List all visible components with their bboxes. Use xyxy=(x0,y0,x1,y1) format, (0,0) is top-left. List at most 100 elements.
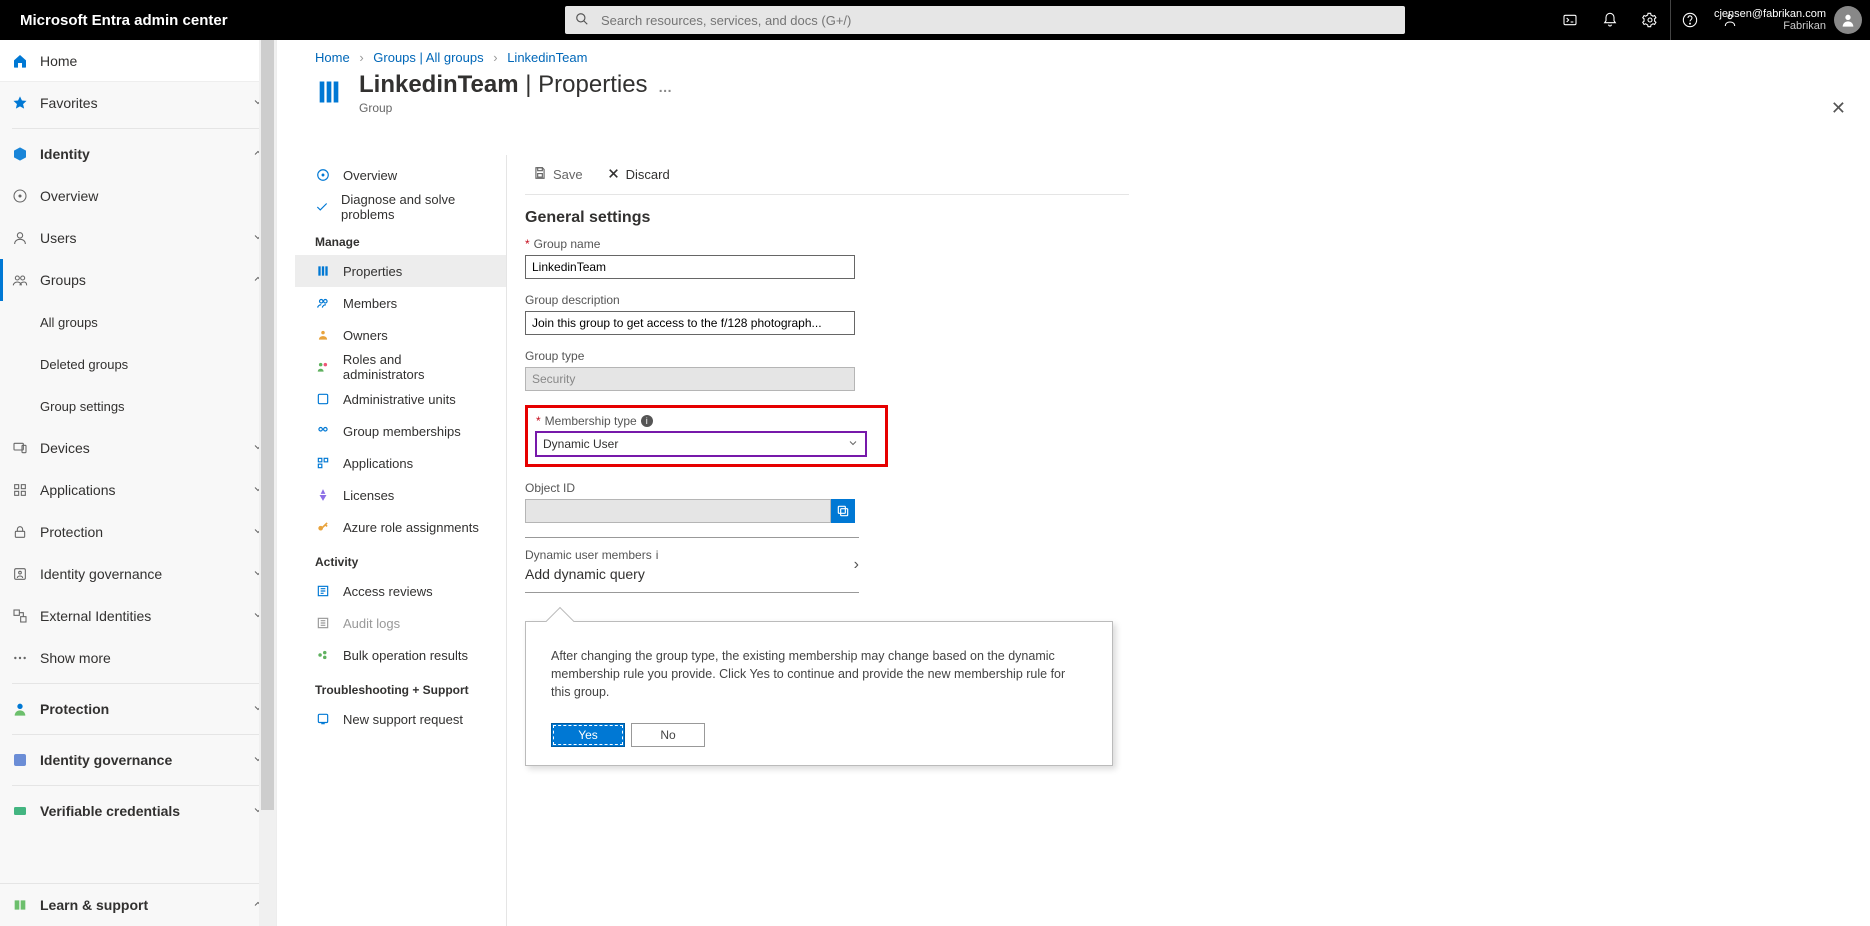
more-icon xyxy=(12,650,40,666)
breadcrumb: Home › Groups | All groups › LinkedinTea… xyxy=(295,40,1870,71)
nav-favorites[interactable]: Favorites xyxy=(0,82,276,124)
blade-nav: Overview Diagnose and solve problems Man… xyxy=(295,155,507,926)
blade-azure-roles[interactable]: Azure role assignments xyxy=(295,511,506,543)
info-icon[interactable]: i xyxy=(656,548,659,562)
nav-overview[interactable]: Overview xyxy=(0,175,276,217)
nav-groups[interactable]: Groups xyxy=(0,259,276,301)
breadcrumb-sep: › xyxy=(359,50,363,65)
nav-protection-section[interactable]: Protection xyxy=(0,688,276,730)
nav-home-label: Home xyxy=(40,53,264,69)
page-heading: LinkedinTeam | Properties … Group xyxy=(295,71,1870,121)
discard-button[interactable]: Discard xyxy=(607,167,670,183)
object-id-input[interactable] xyxy=(525,499,831,523)
blade-activity-header: Activity xyxy=(295,543,506,575)
blade-applications[interactable]: Applications xyxy=(295,447,506,479)
blade-audit-logs[interactable]: Audit logs xyxy=(295,607,506,639)
nav-identity-label: Identity xyxy=(40,146,252,162)
members-icon xyxy=(315,296,331,310)
learn-icon xyxy=(12,897,40,913)
membership-type-highlight: *Membership typei Dynamic User xyxy=(525,405,888,467)
global-search[interactable] xyxy=(565,6,1405,34)
group-name-input[interactable] xyxy=(525,255,855,279)
blade-access-reviews[interactable]: Access reviews xyxy=(295,575,506,607)
search-icon xyxy=(575,12,589,29)
bulk-icon xyxy=(315,648,331,662)
blade-overview[interactable]: Overview xyxy=(295,159,506,191)
governance-icon xyxy=(12,566,40,582)
user-tenant: Fabrikan xyxy=(1714,20,1826,32)
search-input[interactable] xyxy=(599,12,1405,29)
blade-diagnose[interactable]: Diagnose and solve problems xyxy=(295,191,506,223)
nav-identity[interactable]: Identity xyxy=(0,133,276,175)
copy-object-id-button[interactable] xyxy=(831,499,855,523)
nav-protection[interactable]: Protection xyxy=(0,511,276,553)
licenses-icon xyxy=(315,488,331,502)
brand-title: Microsoft Entra admin center xyxy=(20,12,228,29)
star-icon xyxy=(12,95,40,111)
nav-separator xyxy=(12,734,264,735)
cloud-shell-icon[interactable] xyxy=(1550,0,1590,40)
nav-users[interactable]: Users xyxy=(0,217,276,259)
callout-no-button[interactable]: No xyxy=(631,723,705,747)
support-icon xyxy=(315,712,331,726)
dynamic-query-action: Add dynamic query xyxy=(525,566,658,582)
nav-home[interactable]: Home xyxy=(0,40,276,82)
nav-deleted-groups[interactable]: Deleted groups xyxy=(0,343,276,385)
settings-icon[interactable] xyxy=(1630,0,1670,40)
field-group-type: Group type xyxy=(525,349,1129,391)
scrollbar-thumb[interactable] xyxy=(261,40,274,810)
devices-icon xyxy=(12,440,40,456)
users-icon xyxy=(12,230,40,246)
dynamic-query-link[interactable]: Dynamic user membersi Add dynamic query … xyxy=(525,537,859,593)
blade-group-memberships[interactable]: Group memberships xyxy=(295,415,506,447)
user-account-control[interactable]: cjensen@fabrikan.com Fabrikan xyxy=(1670,0,1870,40)
close-blade-icon[interactable]: ✕ xyxy=(1831,98,1846,119)
page-subtitle: Group xyxy=(359,101,672,115)
nav-verifiable-credentials[interactable]: Verifiable credentials xyxy=(0,790,276,832)
owners-icon xyxy=(315,328,331,342)
nav-show-more-label: Show more xyxy=(40,650,264,666)
nav-all-groups[interactable]: All groups xyxy=(0,301,276,343)
admin-units-icon xyxy=(315,392,331,406)
group-desc-input[interactable] xyxy=(525,311,855,335)
external-icon xyxy=(12,608,40,624)
nav-learn-support[interactable]: Learn & support xyxy=(0,884,276,926)
notifications-icon[interactable] xyxy=(1590,0,1630,40)
primary-nav: Home Favorites Identity Overview Users xyxy=(0,40,277,926)
info-icon[interactable]: i xyxy=(641,415,653,427)
blade-new-support[interactable]: New support request xyxy=(295,703,506,735)
field-group-desc: Group description xyxy=(525,293,1129,335)
form-area: Save Discard General settings *Group nam… xyxy=(507,155,1147,926)
blade-properties[interactable]: Properties xyxy=(295,255,506,287)
blade-roles[interactable]: Roles and administrators xyxy=(295,351,506,383)
breadcrumb-home[interactable]: Home xyxy=(315,50,350,65)
breadcrumb-current[interactable]: LinkedinTeam xyxy=(507,50,587,65)
save-button[interactable]: Save xyxy=(533,166,583,183)
avatar xyxy=(1834,6,1862,34)
breadcrumb-groups[interactable]: Groups | All groups xyxy=(373,50,483,65)
global-header: Microsoft Entra admin center cjensen@fab… xyxy=(0,0,1870,40)
blade-members[interactable]: Members xyxy=(295,287,506,319)
nav-group-settings[interactable]: Group settings xyxy=(0,385,276,427)
nav-devices[interactable]: Devices xyxy=(0,427,276,469)
chevron-down-icon xyxy=(847,437,859,452)
confirm-callout: After changing the group type, the exist… xyxy=(525,621,1113,766)
nav-credentials-label: Verifiable credentials xyxy=(40,803,252,819)
nav-show-more[interactable]: Show more xyxy=(0,637,276,679)
nav-id-governance[interactable]: Identity governance xyxy=(0,553,276,595)
blade-bulk-results[interactable]: Bulk operation results xyxy=(295,639,506,671)
discard-icon xyxy=(607,167,620,183)
nav-applications[interactable]: Applications xyxy=(0,469,276,511)
nav-governance-section[interactable]: Identity governance xyxy=(0,739,276,781)
blade-owners[interactable]: Owners xyxy=(295,319,506,351)
nav-applications-label: Applications xyxy=(40,482,252,498)
nav-bottom: Learn & support xyxy=(0,883,276,926)
membership-type-select[interactable]: Dynamic User xyxy=(536,432,866,456)
callout-yes-button[interactable]: Yes xyxy=(551,723,625,747)
blade-licenses[interactable]: Licenses xyxy=(295,479,506,511)
blade-admin-units[interactable]: Administrative units xyxy=(295,383,506,415)
form-heading: General settings xyxy=(525,209,1129,227)
nav-external-identities[interactable]: External Identities xyxy=(0,595,276,637)
governance-section-icon xyxy=(12,752,40,768)
leftnav-scrollbar[interactable] xyxy=(259,40,276,926)
